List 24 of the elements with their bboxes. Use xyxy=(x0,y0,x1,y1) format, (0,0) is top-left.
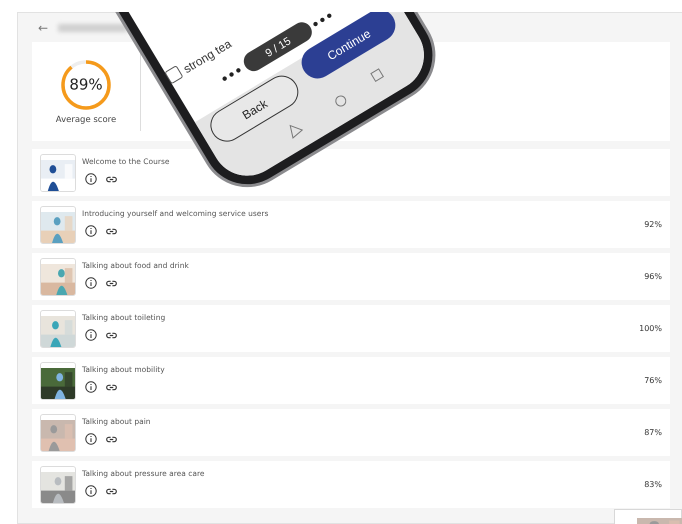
link-icon[interactable] xyxy=(106,176,117,182)
score-value: 89% xyxy=(69,77,103,92)
info-icon[interactable] xyxy=(85,225,97,237)
link-icon[interactable] xyxy=(106,488,117,494)
info-icon[interactable] xyxy=(85,485,97,497)
link-icon[interactable] xyxy=(106,228,117,234)
lesson-score: 87% xyxy=(644,428,662,437)
lesson-score: 100% xyxy=(639,324,662,333)
link-icon[interactable] xyxy=(106,384,117,390)
link-icon[interactable] xyxy=(106,332,117,338)
link-icon[interactable] xyxy=(106,436,117,442)
lesson-score: 96% xyxy=(644,272,662,281)
lesson-score: 92% xyxy=(644,220,662,229)
info-icon[interactable] xyxy=(85,381,97,393)
info-icon[interactable] xyxy=(85,433,97,445)
score-label: Average score xyxy=(56,114,116,124)
info-icon[interactable] xyxy=(85,277,97,289)
blurred-name xyxy=(58,24,128,32)
link-icon[interactable] xyxy=(106,280,117,286)
info-icon[interactable] xyxy=(85,173,97,185)
lesson-score: 83% xyxy=(644,480,662,489)
lesson-score: 76% xyxy=(644,376,662,385)
info-icon[interactable] xyxy=(85,329,97,341)
back-arrow[interactable]: ← xyxy=(38,22,48,34)
